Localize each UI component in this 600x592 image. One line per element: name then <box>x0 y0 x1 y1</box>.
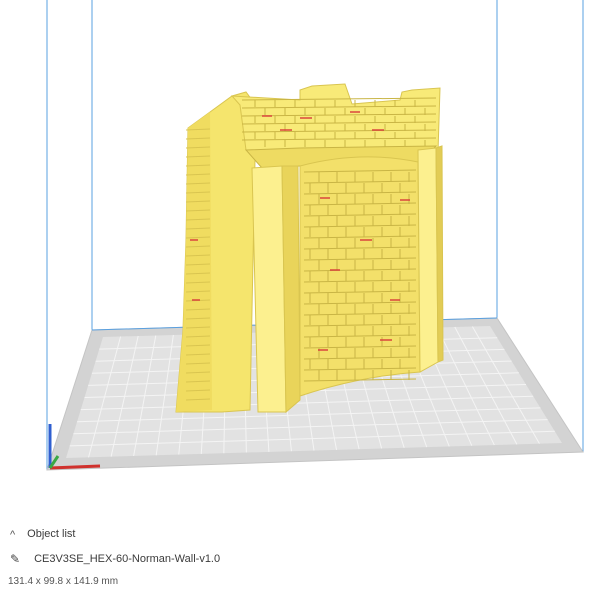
object-dimensions: 131.4 x 99.8 x 141.9 mm <box>8 576 118 587</box>
object-list-item[interactable]: ✎ CE3V3SE_HEX-60-Norman-Wall-v1.0 <box>10 552 220 566</box>
3d-viewport[interactable] <box>0 0 600 520</box>
object-dimensions-text: 131.4 x 99.8 x 141.9 mm <box>8 576 119 587</box>
norman-wall-model[interactable] <box>175 83 444 414</box>
viewport-canvas[interactable] <box>0 0 600 520</box>
pencil-icon[interactable]: ✎ <box>10 552 20 566</box>
object-list-header[interactable]: ^ Object list <box>10 528 76 541</box>
chevron-up-icon[interactable]: ^ <box>10 529 15 541</box>
axis-x <box>49 464 101 470</box>
object-file-name: CE3V3SE_HEX-60-Norman-Wall-v1.0 <box>34 553 221 565</box>
object-list-title: Object list <box>27 528 76 540</box>
object-list-panel: ^ Object list ✎ CE3V3SE_HEX-60-Norman-Wa… <box>0 520 600 592</box>
